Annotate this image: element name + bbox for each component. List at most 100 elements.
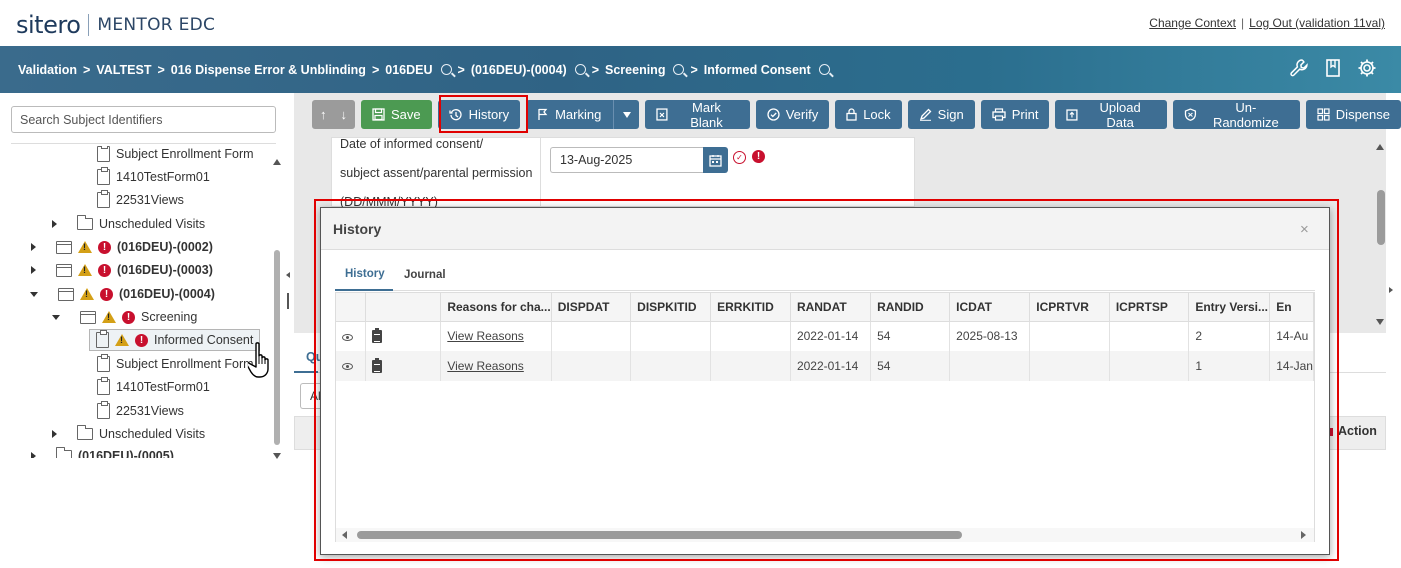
form-icon xyxy=(97,146,110,162)
search-icon[interactable] xyxy=(574,64,586,75)
error-icon: ! xyxy=(98,263,111,277)
search-icon[interactable] xyxy=(440,64,452,75)
tree-item-subject[interactable]: (016DEU)-(0005) xyxy=(31,445,174,458)
save-label: Save xyxy=(391,107,421,122)
tree-item-subject[interactable]: ! (016DEU)-(0004) xyxy=(30,283,215,305)
collapse-left-icon[interactable] xyxy=(286,272,290,278)
main-scroll-thumb[interactable] xyxy=(1377,190,1385,245)
scroll-up-icon[interactable] xyxy=(1376,144,1384,150)
tree-item-subject[interactable]: ! (016DEU)-(0003) xyxy=(31,259,213,281)
verify-label: Verify xyxy=(785,107,819,122)
expand-caret-icon[interactable] xyxy=(31,266,36,274)
mark-blank-label: Mark Blank xyxy=(690,99,723,130)
expand-caret-icon[interactable] xyxy=(52,430,57,438)
print-button[interactable]: Print xyxy=(980,100,1050,129)
tree-item-form[interactable]: 1410TestForm01 xyxy=(97,166,210,188)
search-icon[interactable] xyxy=(818,64,830,75)
tree-item-label: Informed Consent xyxy=(154,333,254,347)
collapse-caret-icon[interactable] xyxy=(52,314,60,320)
folder-icon xyxy=(77,215,93,230)
expand-caret-icon[interactable] xyxy=(52,220,57,228)
logo-divider xyxy=(88,14,90,36)
dispense-button[interactable]: Dispense xyxy=(1305,100,1401,129)
grid-icon xyxy=(1317,108,1330,121)
breadcrumb-item[interactable]: 016 Dispense Error & Unblinding xyxy=(171,63,366,77)
tree-item-form[interactable]: 1410TestForm01 xyxy=(97,376,210,398)
search-subject-input[interactable] xyxy=(11,106,276,133)
tree-item-label: (016DEU)-(0005) xyxy=(78,449,174,458)
un-randomize-button[interactable]: Un-Randomize xyxy=(1172,99,1300,130)
form-icon xyxy=(97,377,110,395)
expand-caret-icon[interactable] xyxy=(31,452,36,458)
tree-item-label: (016DEU)-(0003) xyxy=(117,263,213,277)
form-icon xyxy=(96,330,109,348)
tree-item-folder[interactable]: Unscheduled Visits xyxy=(52,213,205,235)
calendar-icon xyxy=(709,154,722,167)
sign-label: Sign xyxy=(937,107,964,122)
error-icon: ! xyxy=(135,333,148,347)
subject-icon xyxy=(56,263,72,277)
scroll-down-icon[interactable] xyxy=(1376,319,1384,325)
un-randomize-label: Un-Randomize xyxy=(1212,99,1279,130)
breadcrumb-arrow: > xyxy=(457,62,465,77)
folder-icon xyxy=(56,447,72,458)
form-divider xyxy=(540,137,541,207)
save-icon xyxy=(372,108,385,121)
tree-item-form[interactable]: Subject Enrollment Form xyxy=(97,353,254,375)
expand-right-icon[interactable] xyxy=(1389,287,1393,293)
expand-caret-icon[interactable] xyxy=(31,243,36,251)
wrench-icon[interactable] xyxy=(1289,58,1309,78)
gear-icon[interactable] xyxy=(1357,58,1377,78)
logo-brand: sitero xyxy=(16,11,81,39)
lock-button[interactable]: Lock xyxy=(835,100,902,129)
warning-icon xyxy=(78,241,92,253)
scroll-up-icon[interactable] xyxy=(273,159,281,165)
collapse-caret-icon[interactable] xyxy=(30,291,38,297)
upload-data-button[interactable]: Upload Data xyxy=(1055,100,1167,130)
breadcrumb-item[interactable]: Validation xyxy=(18,63,77,77)
arrow-up-icon[interactable]: ↑ xyxy=(320,107,327,122)
tree-item-folder[interactable]: Unscheduled Visits xyxy=(52,423,205,445)
breadcrumb-item[interactable]: Screening xyxy=(605,63,685,77)
tree-item-label: Subject Enrollment Form xyxy=(116,357,254,371)
tree-item-subject[interactable]: ! (016DEU)-(0002) xyxy=(31,236,213,258)
calendar-button[interactable] xyxy=(703,147,728,173)
tree-item-label: (016DEU)-(0004) xyxy=(119,287,215,301)
breadcrumb-item[interactable]: (016DEU)-(0004) xyxy=(471,63,586,77)
lock-icon xyxy=(846,108,857,121)
informed-consent-date-input[interactable] xyxy=(550,147,704,173)
marking-button[interactable]: Marking xyxy=(526,100,640,129)
breadcrumb-arrow: > xyxy=(83,62,91,77)
change-context-link[interactable]: Change Context xyxy=(1149,16,1236,30)
warning-icon xyxy=(78,264,92,276)
mark-blank-button[interactable]: Mark Blank xyxy=(645,99,750,130)
search-icon[interactable] xyxy=(673,64,685,75)
breadcrumb-item[interactable]: VALTEST xyxy=(96,63,151,77)
error-icon: ! xyxy=(122,310,135,324)
breadcrumb-arrow: > xyxy=(157,62,165,77)
form-icon xyxy=(97,354,110,372)
tree-item-form[interactable]: Subject Enrollment Form xyxy=(97,146,254,165)
breadcrumb-item[interactable]: 016DEU xyxy=(385,63,452,77)
sign-button[interactable]: Sign xyxy=(907,100,975,129)
tree-item-form[interactable]: 22531Views xyxy=(97,189,184,211)
marking-dropdown[interactable] xyxy=(613,100,639,129)
logout-link[interactable]: Log Out (validation 11val) xyxy=(1249,16,1385,30)
bookmark-icon[interactable] xyxy=(1323,58,1343,78)
form-icon xyxy=(97,190,110,208)
save-button[interactable]: Save xyxy=(361,100,432,129)
error-icon[interactable]: ! xyxy=(752,150,765,163)
arrow-down-icon[interactable]: ↓ xyxy=(341,107,348,122)
dispense-label: Dispense xyxy=(1335,107,1390,122)
breadcrumb-arrow: > xyxy=(690,62,698,77)
check-circle-icon[interactable]: ✓ xyxy=(733,151,746,164)
warning-icon xyxy=(115,334,129,346)
verify-button[interactable]: Verify xyxy=(755,100,830,129)
scroll-down-icon[interactable] xyxy=(273,453,281,459)
tree-item-form-selected[interactable]: ! Informed Consent xyxy=(89,329,261,351)
tree-item-form[interactable]: 22531Views xyxy=(97,400,184,422)
tree-item-label: 22531Views xyxy=(116,193,184,207)
tree-item-visit[interactable]: ! Screening xyxy=(52,306,197,328)
shield-icon xyxy=(1184,108,1197,121)
splitter-handle[interactable] xyxy=(287,293,289,309)
